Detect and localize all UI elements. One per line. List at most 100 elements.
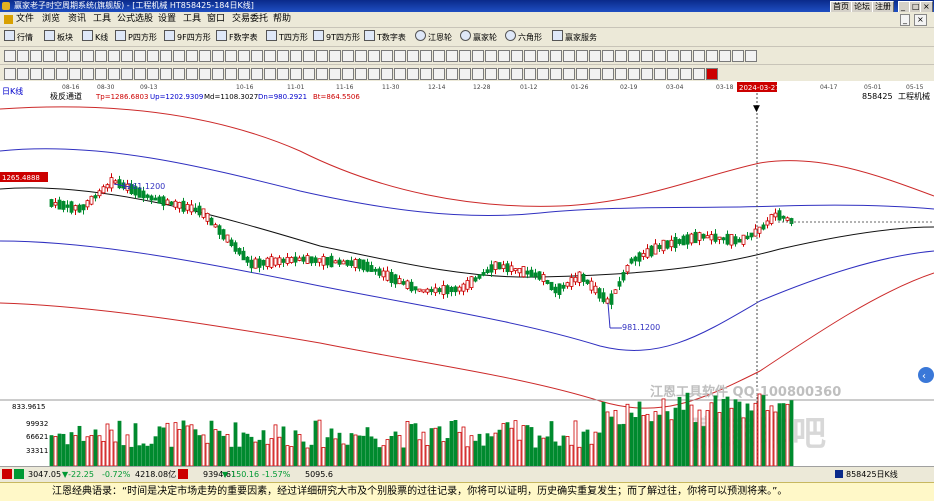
tool-period4-icon[interactable] — [394, 50, 406, 62]
period-tool-31-icon[interactable] — [394, 68, 406, 80]
period-tool-32-icon[interactable] — [407, 68, 419, 80]
tool-cross-icon[interactable] — [160, 50, 172, 62]
menu-tools-2[interactable]: 工具 — [183, 13, 201, 26]
tool-zoom-out-icon[interactable] — [43, 50, 55, 62]
f-number-table-button[interactable]: F数字表 — [216, 30, 258, 43]
menu-file[interactable]: 文件 — [16, 13, 34, 26]
tool-right-icon[interactable] — [342, 50, 354, 62]
period-tool-24-icon[interactable] — [303, 68, 315, 80]
period-tool-12-icon[interactable] — [147, 68, 159, 80]
gann-wheel-button[interactable]: 江恩轮 — [415, 30, 452, 43]
tool-period3-icon[interactable] — [381, 50, 393, 62]
menu-help[interactable]: 帮助 — [273, 13, 291, 26]
tool-period1-icon[interactable] — [355, 50, 367, 62]
period-tool-21-icon[interactable] — [264, 68, 276, 80]
winner-wheel-button[interactable]: 赢家轮 — [460, 30, 497, 43]
tool-period28-icon[interactable] — [706, 50, 718, 62]
t-number-table-button[interactable]: T数字表 — [364, 30, 406, 43]
menu-info[interactable]: 资讯 — [68, 13, 86, 26]
status-up-icon-2[interactable] — [178, 469, 188, 479]
period-tool-33-icon[interactable] — [420, 68, 432, 80]
tool-save-icon[interactable] — [199, 50, 211, 62]
tool-cursor-icon[interactable] — [17, 50, 29, 62]
tool-rect-icon[interactable] — [108, 50, 120, 62]
tool-period8-icon[interactable] — [446, 50, 458, 62]
period-tool-42-icon[interactable] — [537, 68, 549, 80]
t-square-button[interactable]: T四方形 — [266, 30, 308, 43]
tool-period11-icon[interactable] — [485, 50, 497, 62]
tool-line-icon[interactable] — [56, 50, 68, 62]
app-menu-icon[interactable] — [4, 15, 13, 24]
tool-period19-icon[interactable] — [589, 50, 601, 62]
period-tool-7-icon[interactable] — [82, 68, 94, 80]
sector-button[interactable]: 板块 — [44, 30, 73, 43]
tool-left-icon[interactable] — [329, 50, 341, 62]
period-tool-13-icon[interactable] — [160, 68, 172, 80]
menu-tools[interactable]: 工具 — [93, 13, 111, 26]
tool-period13-icon[interactable] — [511, 50, 523, 62]
tool-period17-icon[interactable] — [563, 50, 575, 62]
tool-period5-icon[interactable] — [407, 50, 419, 62]
tool-arrow-icon[interactable] — [134, 50, 146, 62]
tool-flag-icon[interactable] — [238, 50, 250, 62]
tool-period20-icon[interactable] — [602, 50, 614, 62]
menu-trade[interactable]: 交易委托 — [232, 13, 268, 26]
tool-mark-icon[interactable] — [251, 50, 263, 62]
period-tool-43-icon[interactable] — [550, 68, 562, 80]
menu-window[interactable]: 窗口 — [207, 13, 225, 26]
period-tool-15-icon[interactable] — [186, 68, 198, 80]
period-tool-35-icon[interactable] — [446, 68, 458, 80]
mdi-close-button[interactable]: × — [914, 14, 927, 26]
period-tool-45-icon[interactable] — [576, 68, 588, 80]
period-tool-4-icon[interactable] — [43, 68, 55, 80]
status-up-icon[interactable] — [2, 469, 12, 479]
tool-period12-icon[interactable] — [498, 50, 510, 62]
mdi-minimize-button[interactable]: _ — [900, 14, 910, 26]
period-tool-55-icon[interactable] — [706, 68, 718, 80]
menu-formula[interactable]: 公式选股 — [117, 13, 153, 26]
period-tool-27-icon[interactable] — [342, 68, 354, 80]
hexagon-button[interactable]: 六角形 — [505, 30, 542, 43]
tool-period30-icon[interactable] — [732, 50, 744, 62]
tool-fib-icon[interactable] — [82, 50, 94, 62]
period-tool-10-icon[interactable] — [121, 68, 133, 80]
period-tool-48-icon[interactable] — [615, 68, 627, 80]
kline-chart[interactable]: 08-16 08-30 09-13 10-16 11-01 11-16 11-30 12-14… — [0, 81, 934, 467]
period-tool-36-icon[interactable] — [459, 68, 471, 80]
period-tool-26-icon[interactable] — [329, 68, 341, 80]
period-tool-23-icon[interactable] — [290, 68, 302, 80]
period-tool-46-icon[interactable] — [589, 68, 601, 80]
tool-period25-icon[interactable] — [667, 50, 679, 62]
period-tool-51-icon[interactable] — [654, 68, 666, 80]
quote-button[interactable]: 行情 — [4, 30, 33, 43]
period-tool-29-icon[interactable] — [368, 68, 380, 80]
tool-layout-icon[interactable] — [4, 50, 16, 62]
period-tool-22-icon[interactable] — [277, 68, 289, 80]
period-tool-11-icon[interactable] — [134, 68, 146, 80]
period-tool-25-icon[interactable] — [316, 68, 328, 80]
period-tool-40-icon[interactable] — [511, 68, 523, 80]
tool-ray-icon[interactable] — [69, 50, 81, 62]
tool-zoom-in-icon[interactable] — [30, 50, 42, 62]
period-tool-52-icon[interactable] — [667, 68, 679, 80]
period-tool-17-icon[interactable] — [212, 68, 224, 80]
tool-text-icon[interactable] — [147, 50, 159, 62]
period-tool-39-icon[interactable] — [498, 68, 510, 80]
tool-period31-icon[interactable] — [745, 50, 757, 62]
period-tool-16-icon[interactable] — [199, 68, 211, 80]
period-tool-49-icon[interactable] — [628, 68, 640, 80]
tool-circle-icon[interactable] — [121, 50, 133, 62]
period-tool-30-icon[interactable] — [381, 68, 393, 80]
tool-period27-icon[interactable] — [693, 50, 705, 62]
period-tool-5-icon[interactable] — [56, 68, 68, 80]
period-tool-2-icon[interactable] — [17, 68, 29, 80]
tool-redo-icon[interactable] — [186, 50, 198, 62]
period-tool-19-icon[interactable] — [238, 68, 250, 80]
period-tool-8-icon[interactable] — [95, 68, 107, 80]
period-tool-9-icon[interactable] — [108, 68, 120, 80]
tool-period18-icon[interactable] — [576, 50, 588, 62]
period-tool-28-icon[interactable] — [355, 68, 367, 80]
period-tool-3-icon[interactable] — [30, 68, 42, 80]
period-tool-47-icon[interactable] — [602, 68, 614, 80]
p-square-button[interactable]: P四方形 — [115, 30, 157, 43]
